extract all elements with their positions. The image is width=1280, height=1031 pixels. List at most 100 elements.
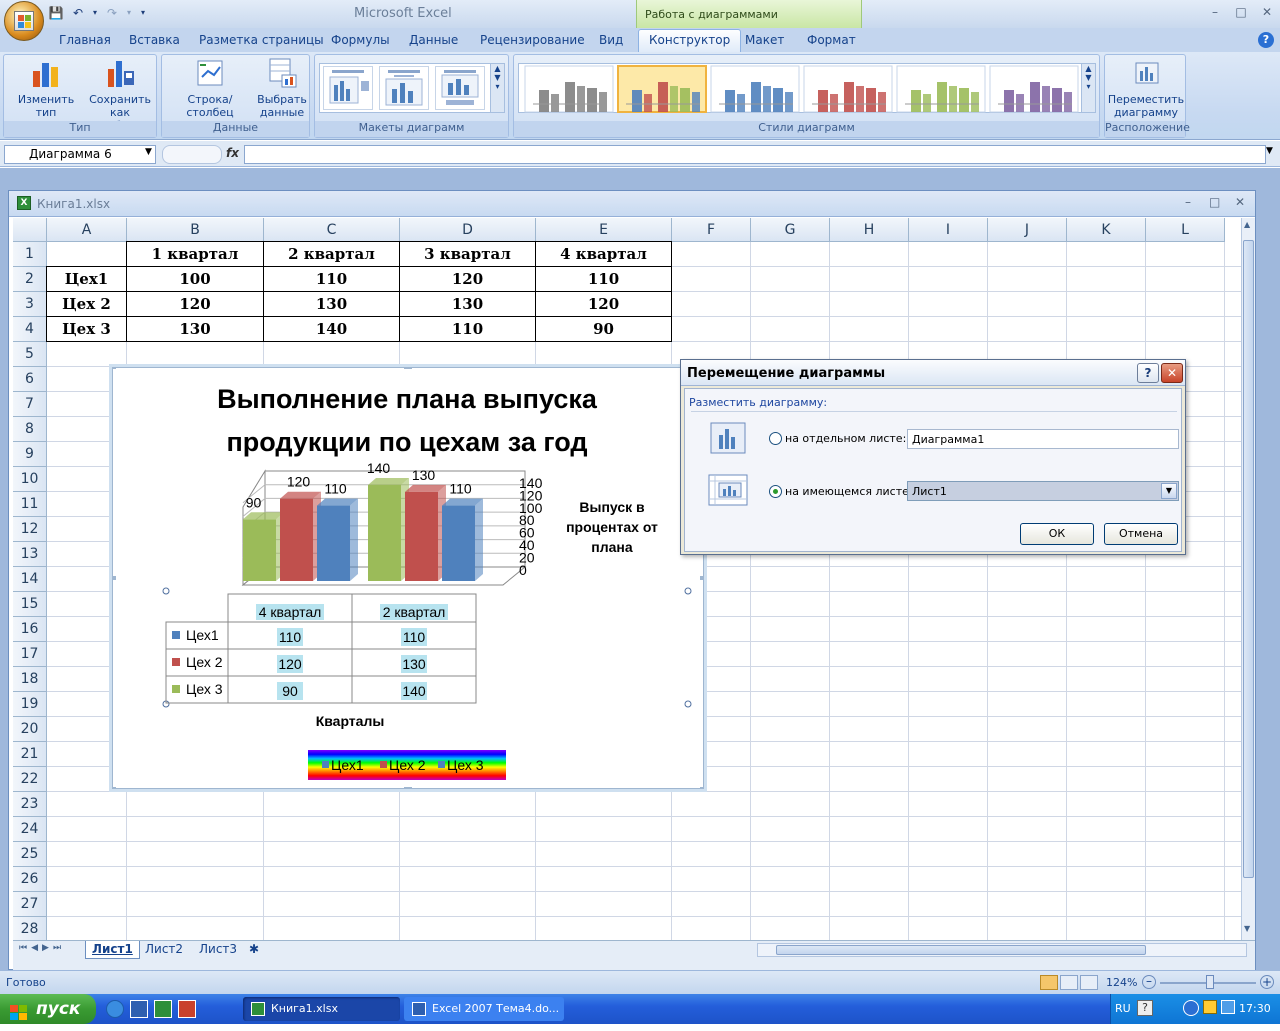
layouts-gallery-scroll[interactable]: ▲ ▼ ▾	[490, 64, 504, 112]
task-word[interactable]: Excel 2007 Тема4.do...	[404, 997, 564, 1021]
option-existing-sheet-radio[interactable]	[769, 485, 782, 498]
column-header-I[interactable]: I	[909, 218, 988, 242]
zoom-level[interactable]: 124%	[1106, 976, 1137, 989]
row-header-23[interactable]: 23	[13, 792, 47, 817]
page-layout-view-icon[interactable]	[1060, 975, 1078, 990]
row-header-25[interactable]: 25	[13, 842, 47, 867]
column-header-K[interactable]: K	[1067, 218, 1146, 242]
row-header-21[interactable]: 21	[13, 742, 47, 767]
row-header-15[interactable]: 15	[13, 592, 47, 617]
row-header-20[interactable]: 20	[13, 717, 47, 742]
tab-layout[interactable]: Макет	[745, 33, 784, 47]
row-label-cell[interactable]: Цех 3	[46, 316, 127, 342]
row-header-22[interactable]: 22	[13, 767, 47, 792]
wb-close-icon[interactable]: ✕	[1235, 195, 1245, 209]
formula-splitter[interactable]	[162, 145, 222, 164]
data-cell[interactable]: 130	[126, 316, 264, 342]
move-chart-button[interactable]: Переместить диаграмму	[1107, 57, 1185, 119]
row-header-19[interactable]: 19	[13, 692, 47, 717]
data-cell[interactable]: 110	[535, 266, 672, 292]
data-cell[interactable]: 140	[263, 316, 400, 342]
horizontal-scroll-thumb[interactable]	[776, 945, 1146, 955]
powerpoint-icon[interactable]	[178, 1000, 196, 1018]
header-cell[interactable]: 3 квартал	[399, 241, 536, 267]
row-header-18[interactable]: 18	[13, 667, 47, 692]
office-button[interactable]	[4, 1, 44, 41]
bar-Цех 3-2 квартал[interactable]	[368, 478, 409, 581]
row-label-cell[interactable]: Цех1	[46, 266, 127, 292]
chart-area[interactable]: Выполнение плана выпуска продукции по цех…	[108, 364, 708, 792]
plot-area-handle[interactable]	[162, 587, 170, 595]
word-icon[interactable]	[130, 1000, 148, 1018]
row-header-10[interactable]: 10	[13, 467, 47, 492]
row-header-27[interactable]: 27	[13, 892, 47, 917]
existing-sheet-select[interactable]: Лист1 ▼	[907, 481, 1179, 501]
chart-resize-handle[interactable]	[404, 365, 412, 369]
header-cell[interactable]: 4 квартал	[535, 241, 672, 267]
row-header-6[interactable]: 6	[13, 367, 47, 392]
scroll-down-icon[interactable]: ▼	[1244, 924, 1250, 933]
layouts-gallery[interactable]: ▲ ▼ ▾	[319, 63, 505, 113]
name-box[interactable]: Диаграмма 6	[4, 145, 156, 164]
option-new-sheet-radio[interactable]	[769, 432, 782, 445]
row-header-7[interactable]: 7	[13, 392, 47, 417]
help-icon[interactable]: ?	[1258, 32, 1274, 48]
row-header-5[interactable]: 5	[13, 342, 47, 367]
row-header-17[interactable]: 17	[13, 642, 47, 667]
row-header-28[interactable]: 28	[13, 917, 47, 940]
chart-style-item-6[interactable]	[989, 65, 1079, 113]
column-header-L[interactable]: L	[1146, 218, 1225, 242]
minimize-icon[interactable]: –	[1202, 0, 1228, 24]
row-header-11[interactable]: 11	[13, 492, 47, 517]
save-icon[interactable]: 💾	[46, 4, 66, 22]
header-cell[interactable]: 1 квартал	[126, 241, 264, 267]
tab-format[interactable]: Формат	[807, 33, 856, 47]
horizontal-scrollbar[interactable]	[757, 943, 1247, 957]
row-header-2[interactable]: 2	[13, 267, 47, 292]
bar-Цех 3-4 квартал[interactable]	[243, 512, 284, 581]
scroll-up-icon[interactable]: ▲	[1244, 220, 1250, 229]
wb-restore-icon[interactable]: □	[1209, 195, 1220, 209]
sheet-tab-2[interactable]: Лист2	[139, 941, 189, 959]
data-cell[interactable]: 120	[399, 266, 536, 292]
column-header-B[interactable]: B	[127, 218, 264, 242]
sheet-tab-1[interactable]: Лист1	[85, 941, 140, 959]
tab-view[interactable]: Вид	[599, 33, 623, 47]
cancel-button[interactable]: Отмена	[1104, 523, 1178, 545]
column-header-E[interactable]: E	[536, 218, 672, 242]
new-sheet-name-input[interactable]: Диаграмма1	[907, 429, 1179, 449]
layout-item-2[interactable]	[379, 66, 429, 110]
customize-qat-icon[interactable]: ▾	[136, 4, 150, 22]
chart-resize-handle[interactable]	[700, 787, 708, 791]
data-cell[interactable]: 110	[399, 316, 536, 342]
ok-button[interactable]: ОК	[1020, 523, 1094, 545]
column-header-G[interactable]: G	[751, 218, 830, 242]
start-button[interactable]: пуск	[0, 994, 96, 1024]
column-header-C[interactable]: C	[264, 218, 400, 242]
column-header-D[interactable]: D	[400, 218, 536, 242]
dialog-close-icon[interactable]: ✕	[1161, 363, 1183, 383]
redo-dropdown-icon[interactable]: ▾	[124, 4, 134, 22]
tab-formulas[interactable]: Формулы	[331, 33, 390, 47]
bar-Цех 2-4 квартал[interactable]	[280, 491, 321, 581]
select-data-button[interactable]: Выбрать данные	[256, 57, 308, 119]
tab-design[interactable]: Конструктор	[638, 29, 742, 52]
row-header-1[interactable]: 1	[13, 242, 47, 267]
network-icon[interactable]	[1221, 1000, 1235, 1014]
excel-icon[interactable]	[154, 1000, 172, 1018]
wb-minimize-icon[interactable]: –	[1185, 195, 1191, 209]
layout-item-3[interactable]	[435, 66, 485, 110]
data-cell[interactable]: 90	[535, 316, 672, 342]
undo-dropdown-icon[interactable]: ▾	[90, 4, 100, 22]
row-header-16[interactable]: 16	[13, 617, 47, 642]
select-all-corner[interactable]	[13, 218, 47, 242]
chart-style-item-5[interactable]	[896, 65, 986, 113]
plot-area-handle[interactable]	[684, 700, 692, 708]
chart-style-item-1[interactable]	[524, 65, 614, 113]
close-icon[interactable]: ✕	[1254, 0, 1280, 24]
chart-resize-handle[interactable]	[108, 787, 116, 791]
column-header-A[interactable]: A	[47, 218, 127, 242]
data-cell[interactable]: 130	[399, 291, 536, 317]
help-tray-icon[interactable]: ?	[1137, 1000, 1153, 1016]
tab-insert[interactable]: Вставка	[129, 33, 180, 47]
